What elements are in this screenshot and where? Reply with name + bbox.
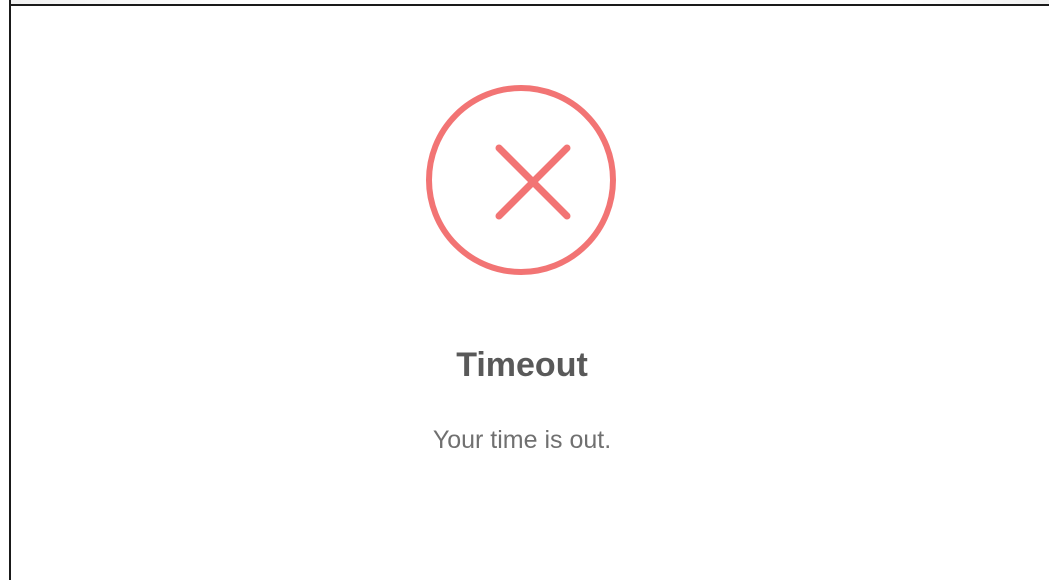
top-edge-shade-left [0,0,240,4]
dialog-title: Timeout [456,346,588,384]
error-x-icon [423,82,619,278]
app-window: Timeout Your time is out. [0,0,1049,580]
dialog-message: Your time is out. [432,426,612,454]
window-left-edge [0,0,11,580]
top-edge-shade-right [899,0,1049,4]
error-icon-ring [426,85,616,275]
